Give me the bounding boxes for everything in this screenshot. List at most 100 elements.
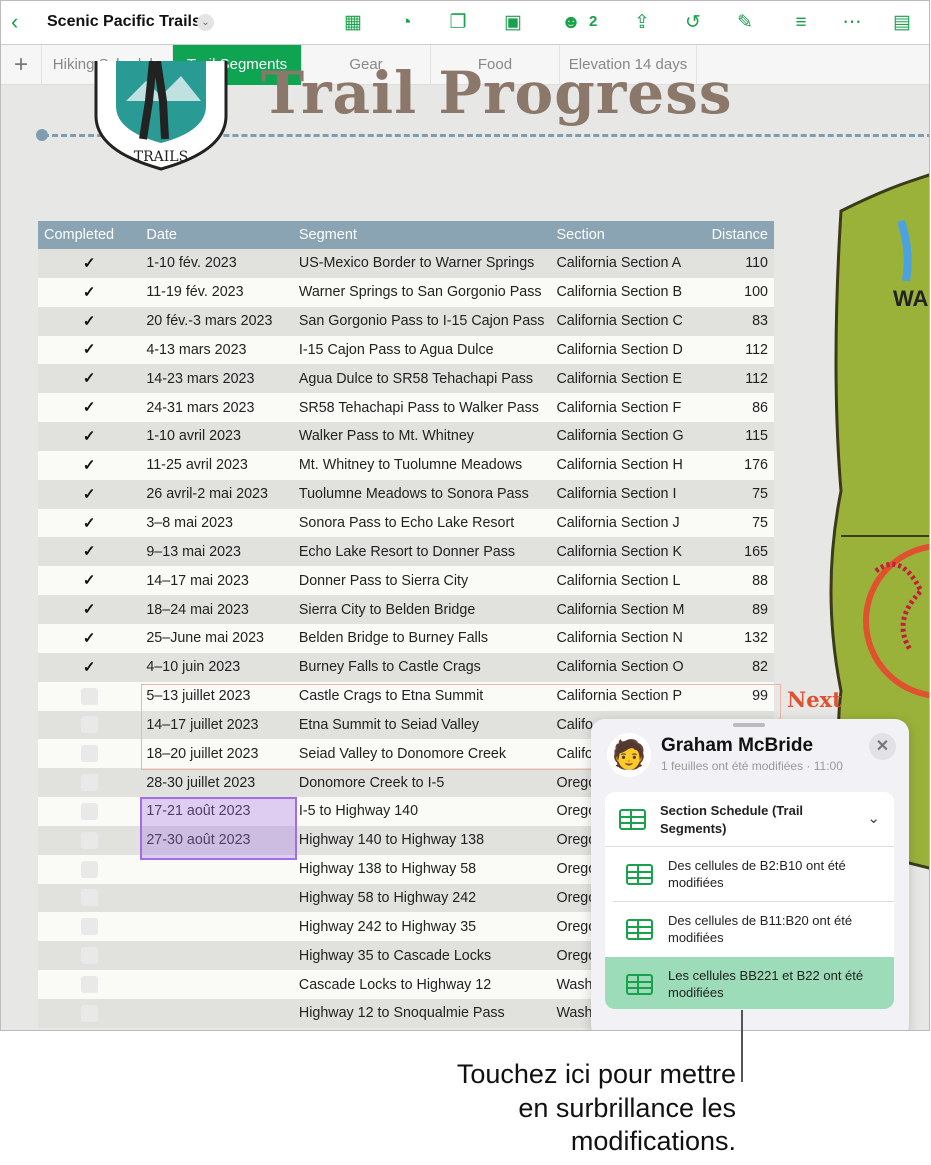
table-row[interactable]: ✓ 26 avril-2 mai 2023 Tuolumne Meadows t…	[38, 479, 774, 509]
segment-cell[interactable]: US-Mexico Border to Warner Springs	[292, 249, 551, 278]
checkbox[interactable]	[80, 687, 98, 705]
table-row[interactable]: ✓ 3–8 mai 2023 Sonora Pass to Echo Lake …	[38, 508, 774, 538]
chevron-down-icon[interactable]: ⌄	[867, 809, 880, 827]
checkmark-icon[interactable]: ✓	[81, 399, 98, 416]
distance-cell[interactable]: 75	[701, 479, 774, 509]
date-cell[interactable]: 4–10 juin 2023	[140, 652, 293, 682]
checkmark-icon[interactable]: ✓	[81, 428, 98, 445]
segment-cell[interactable]: Etna Summit to Seiad Valley	[292, 710, 551, 740]
completed-cell[interactable]: ✓	[38, 652, 141, 682]
segment-cell[interactable]: Sonora Pass to Echo Lake Resort	[292, 508, 551, 538]
date-cell[interactable]: 14–17 mai 2023	[140, 566, 293, 596]
table-row[interactable]: ✓ 1-10 avril 2023 Walker Pass to Mt. Whi…	[38, 422, 774, 451]
date-cell[interactable]: 1-10 avril 2023	[140, 422, 293, 451]
completed-cell[interactable]	[38, 681, 141, 711]
completed-cell[interactable]: ✓	[38, 249, 141, 278]
table-row[interactable]: ✓ 4–10 juin 2023 Burney Falls to Castle …	[38, 652, 774, 682]
section-cell[interactable]: California Section B	[550, 277, 702, 307]
chevron-down-icon[interactable]: ⌄	[197, 14, 214, 31]
change-item-selected[interactable]: Les cellules BB221 et B22 ont été modifi…	[605, 957, 894, 1009]
segment-cell[interactable]: Walker Pass to Mt. Whitney	[292, 422, 551, 451]
segment-cell[interactable]: Highway 35 to Cascade Locks	[292, 941, 551, 971]
date-cell[interactable]	[140, 912, 293, 942]
checkmark-icon[interactable]: ✓	[81, 659, 98, 676]
table-icon[interactable]: ▦	[340, 10, 366, 36]
checkbox[interactable]	[80, 716, 98, 734]
checkbox[interactable]	[80, 745, 98, 763]
date-cell[interactable]	[140, 998, 293, 1028]
completed-cell[interactable]: ✓	[38, 335, 141, 365]
segment-cell[interactable]: Highway 242 to Highway 35	[292, 912, 551, 942]
table-row[interactable]: ✓ 11-19 fév. 2023 Warner Springs to San …	[38, 277, 774, 307]
completed-cell[interactable]	[38, 825, 141, 855]
date-cell[interactable]: 20 fév.-3 mars 2023	[140, 306, 293, 336]
completed-cell[interactable]: ✓	[38, 306, 141, 336]
distance-cell[interactable]: 82	[701, 652, 774, 682]
table-row[interactable]: ✓ 4-13 mars 2023 I-15 Cajon Pass to Agua…	[38, 335, 774, 365]
completed-cell[interactable]	[38, 797, 141, 826]
segment-cell[interactable]: Belden Bridge to Burney Falls	[292, 623, 551, 653]
chart-icon[interactable]: ◔	[393, 10, 419, 36]
share-icon[interactable]: ⇪	[629, 10, 655, 36]
distance-cell[interactable]: 83	[701, 306, 774, 336]
completed-cell[interactable]	[38, 854, 141, 884]
checkmark-icon[interactable]: ✓	[81, 486, 98, 503]
date-cell[interactable]: 3–8 mai 2023	[140, 508, 293, 538]
header-date[interactable]: Date	[140, 221, 293, 249]
collaborate-icon[interactable]: ☻	[558, 10, 584, 36]
section-cell[interactable]: California Section G	[550, 422, 702, 451]
section-cell[interactable]: California Section O	[550, 652, 702, 682]
date-cell[interactable]	[140, 883, 293, 913]
completed-cell[interactable]	[38, 768, 141, 798]
table-row[interactable]: ✓ 24-31 mars 2023 SR58 Tehachapi Pass to…	[38, 393, 774, 423]
table-row[interactable]: ✓ 11-25 avril 2023 Mt. Whitney to Tuolum…	[38, 450, 774, 480]
checkbox[interactable]	[80, 802, 98, 820]
checkmark-icon[interactable]: ✓	[81, 457, 98, 474]
date-cell[interactable]: 28-30 juillet 2023	[140, 768, 293, 798]
completed-cell[interactable]: ✓	[38, 537, 141, 567]
completed-cell[interactable]: ✓	[38, 508, 141, 538]
checkmark-icon[interactable]: ✓	[81, 313, 98, 330]
segment-cell[interactable]: Echo Lake Resort to Donner Pass	[292, 537, 551, 567]
date-cell[interactable]: 14-23 mars 2023	[140, 364, 293, 394]
segment-cell[interactable]: Donner Pass to Sierra City	[292, 566, 551, 596]
checkbox[interactable]	[80, 976, 98, 994]
completed-cell[interactable]	[38, 970, 141, 999]
distance-cell[interactable]: 86	[701, 393, 774, 423]
chevron-left-icon[interactable]: ‹	[11, 9, 18, 35]
completed-cell[interactable]: ✓	[38, 623, 141, 653]
date-cell[interactable]: 11-19 fév. 2023	[140, 277, 293, 307]
date-cell[interactable]: 18–24 mai 2023	[140, 595, 293, 624]
document-title[interactable]: Scenic Pacific Trails	[47, 13, 201, 31]
section-cell[interactable]: California Section M	[550, 595, 702, 624]
organize-icon[interactable]: ≡	[788, 10, 814, 36]
checkbox[interactable]	[80, 774, 98, 792]
completed-cell[interactable]: ✓	[38, 393, 141, 423]
date-cell[interactable]: 1-10 fév. 2023	[140, 249, 293, 278]
segment-cell[interactable]: Warner Springs to San Gorgonio Pass	[292, 277, 551, 307]
completed-cell[interactable]	[38, 912, 141, 942]
date-cell[interactable]: 24-31 mars 2023	[140, 393, 293, 423]
completed-cell[interactable]: ✓	[38, 595, 141, 624]
section-cell[interactable]: California Section F	[550, 393, 702, 423]
distance-cell[interactable]: 89	[701, 595, 774, 624]
date-cell[interactable]: 11-25 avril 2023	[140, 450, 293, 480]
date-cell[interactable]: 26 avril-2 mai 2023	[140, 479, 293, 509]
shape-icon[interactable]: ❐	[445, 10, 471, 36]
table-row[interactable]: ✓ 20 fév.-3 mars 2023 San Gorgonio Pass …	[38, 306, 774, 336]
distance-cell[interactable]: 112	[701, 335, 774, 365]
checkmark-icon[interactable]: ✓	[81, 284, 98, 301]
segment-cell[interactable]: Highway 138 to Highway 58	[292, 854, 551, 884]
checkbox[interactable]	[80, 831, 98, 849]
segment-cell[interactable]: I-5 to Highway 140	[292, 797, 551, 826]
change-item[interactable]: Des cellules de B11:B20 ont été modifiée…	[605, 902, 894, 957]
date-cell[interactable]: 5–13 juillet 2023	[140, 681, 293, 711]
header-distance[interactable]: Distance	[701, 221, 774, 249]
section-cell[interactable]: California Section D	[550, 335, 702, 365]
checkmark-icon[interactable]: ✓	[81, 341, 98, 358]
checkmark-icon[interactable]: ✓	[81, 630, 98, 647]
section-cell[interactable]: California Section L	[550, 566, 702, 596]
segment-cell[interactable]: Sierra City to Belden Bridge	[292, 595, 551, 624]
segment-cell[interactable]: Highway 12 to Snoqualmie Pass	[292, 998, 551, 1028]
date-cell[interactable]	[140, 970, 293, 999]
